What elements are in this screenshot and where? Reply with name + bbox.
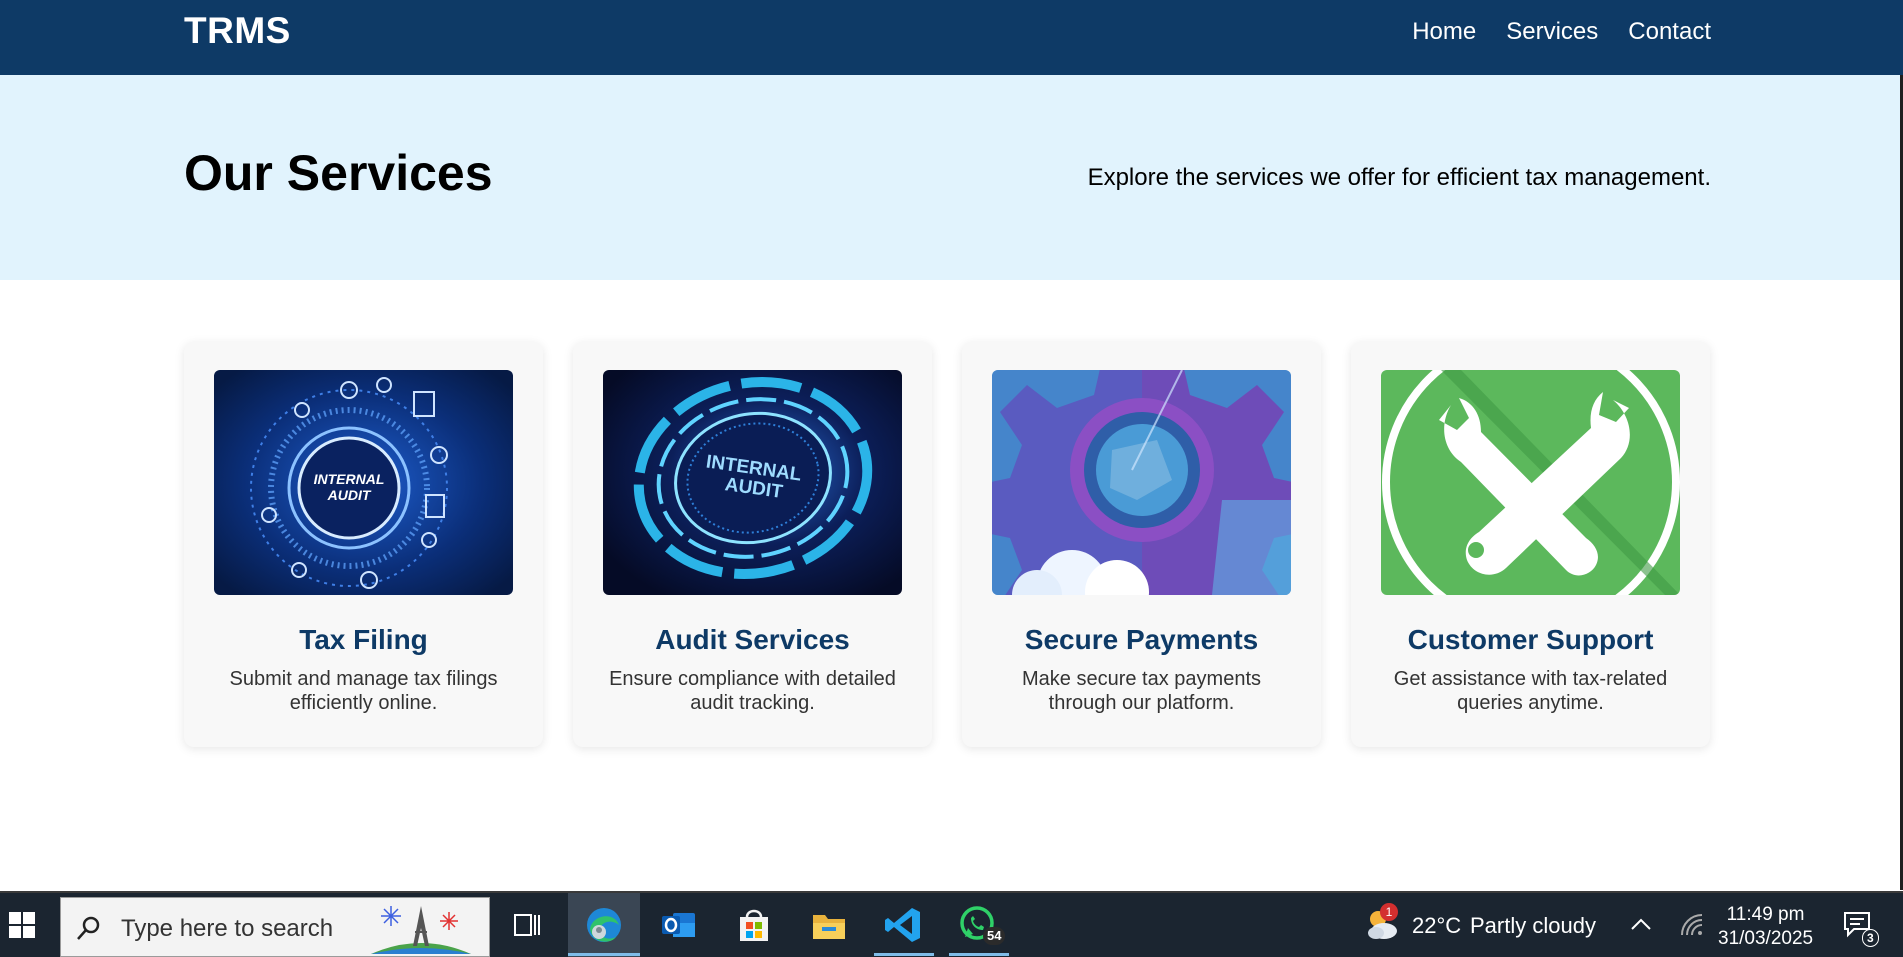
weather-condition[interactable]: Partly cloudy xyxy=(1470,913,1596,939)
clock-time: 11:49 pm xyxy=(1726,904,1805,925)
service-card-audit-services[interactable]: INTERNAL AUDIT Audit Services Ensure com… xyxy=(573,342,932,747)
nav-contact-link[interactable]: Contact xyxy=(1628,16,1711,48)
service-card-secure-payments[interactable]: Secure Payments Make secure tax payments… xyxy=(962,342,1321,747)
card-title: Audit Services xyxy=(655,624,850,655)
store-icon[interactable] xyxy=(732,903,776,947)
tax-filing-image: INTERNAL AUDIT xyxy=(214,370,513,595)
nav-services-link[interactable]: Services xyxy=(1506,16,1598,48)
edge-icon[interactable] xyxy=(582,903,626,947)
outlook-icon[interactable] xyxy=(657,903,701,947)
taskbar-divider xyxy=(0,891,1903,893)
card-description: Make secure tax payments through our pla… xyxy=(1022,668,1261,714)
service-card-tax-filing[interactable]: INTERNAL AUDIT Tax Filing Submit and man… xyxy=(184,342,543,747)
whatsapp-badge: 54 xyxy=(983,927,1006,945)
customer-support-image xyxy=(1381,370,1680,595)
card-title: Tax Filing xyxy=(299,624,428,655)
vscode-running-indicator xyxy=(874,953,934,956)
chevron-up-icon[interactable] xyxy=(1628,913,1654,935)
search-icon xyxy=(77,916,100,940)
network-icon[interactable] xyxy=(1678,911,1706,939)
hero-banner: Our Services Explore the services we off… xyxy=(0,75,1903,280)
secure-payments-image xyxy=(992,370,1291,595)
card-title: Customer Support xyxy=(1407,624,1654,655)
tax-filing-image-text-2: AUDIT xyxy=(327,487,372,503)
audit-services-image: INTERNAL AUDIT xyxy=(603,370,902,595)
task-view-icon[interactable] xyxy=(505,903,549,947)
brand-logo[interactable]: TRMS xyxy=(184,10,291,52)
file-explorer-icon[interactable] xyxy=(807,903,851,947)
card-description: Ensure compliance with detailed audit tr… xyxy=(609,668,896,714)
hero-subtitle: Explore the services we offer for effici… xyxy=(1087,164,1711,191)
card-description: Submit and manage tax filings efficientl… xyxy=(229,668,498,714)
site-header: TRMS Home Services Contact xyxy=(0,0,1903,75)
card-title: Secure Payments xyxy=(1024,624,1259,655)
main-nav: Home Services Contact xyxy=(1412,16,1711,48)
active-app-underline xyxy=(568,953,640,956)
services-grid: INTERNAL AUDIT Tax Filing Submit and man… xyxy=(184,342,1711,747)
weather-temperature[interactable]: 22°C xyxy=(1412,913,1461,939)
clock-date: 31/03/2025 xyxy=(1718,928,1814,949)
windows-taskbar: 54 1 22°C Partly cloudy 11:49 pm 31/03/2… xyxy=(0,891,1903,957)
windows-start-icon[interactable] xyxy=(8,911,36,939)
taskbar-search-box[interactable] xyxy=(60,897,490,957)
vscode-icon[interactable] xyxy=(882,903,926,947)
eiffel-tower-icon xyxy=(371,906,471,954)
card-description: Get assistance with tax-related queries … xyxy=(1393,668,1668,714)
whatsapp-running-indicator xyxy=(949,953,1009,956)
tax-filing-image-text-1: INTERNAL xyxy=(314,471,385,487)
service-card-customer-support[interactable]: Customer Support Get assistance with tax… xyxy=(1351,342,1710,747)
taskbar-clock[interactable]: 11:49 pm 31/03/2025 xyxy=(1718,903,1813,951)
notification-count-badge: 3 xyxy=(1862,929,1879,947)
weather-alert-badge: 1 xyxy=(1380,903,1398,921)
search-input[interactable] xyxy=(119,914,373,944)
nav-home-link[interactable]: Home xyxy=(1412,16,1476,48)
page-title: Our Services xyxy=(184,145,493,201)
